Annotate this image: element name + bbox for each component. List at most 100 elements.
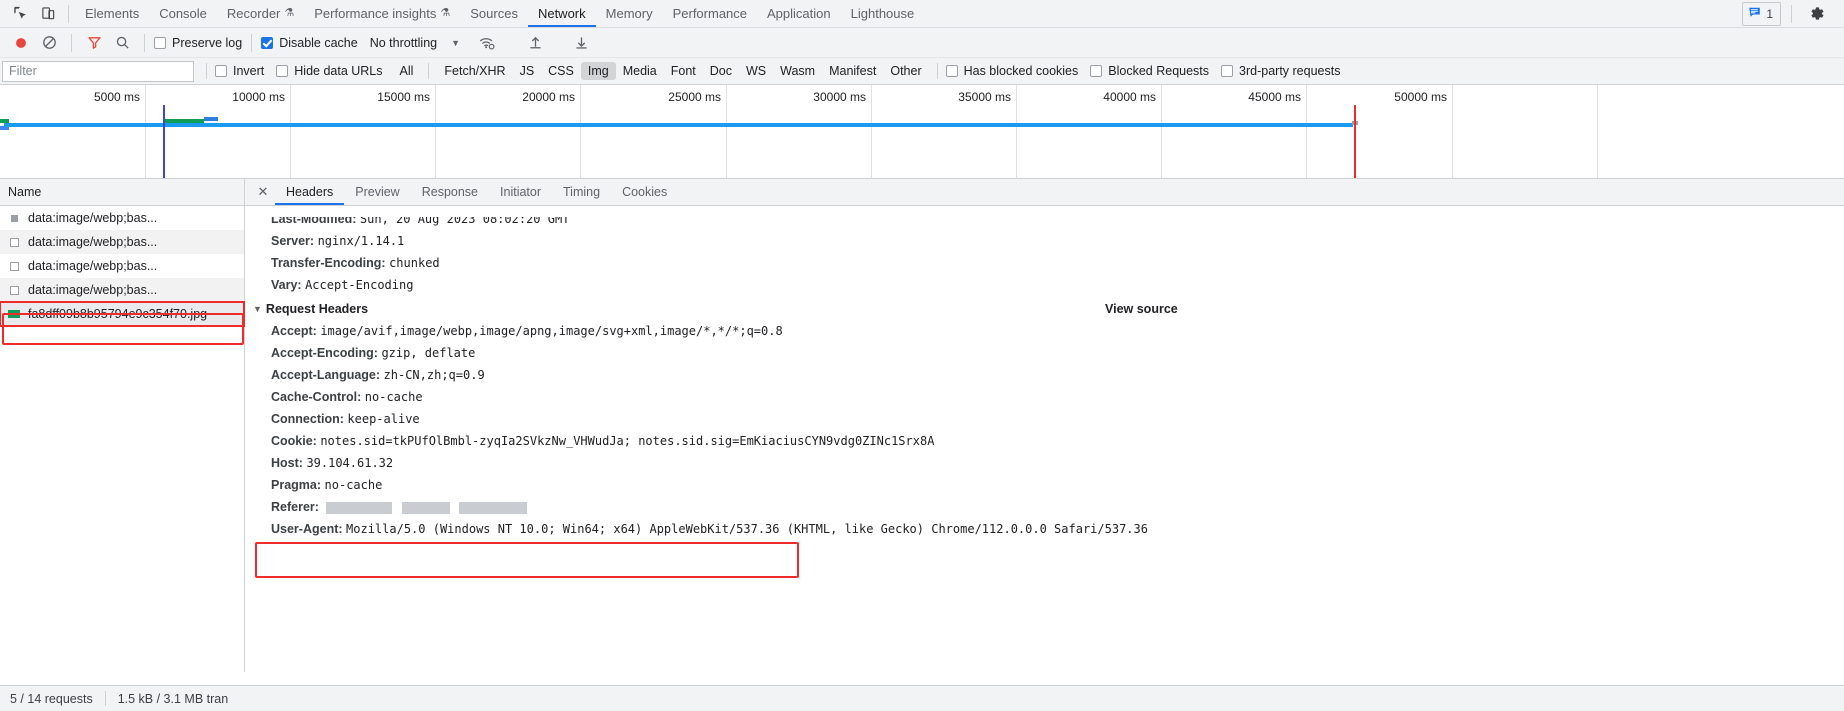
- issues-button[interactable]: 1: [1742, 1, 1781, 26]
- tab-label: Performance: [672, 6, 748, 21]
- tab-performance[interactable]: Performance: [663, 0, 757, 27]
- preserve-log-checkbox[interactable]: Preserve log: [154, 36, 242, 50]
- table-row-selected[interactable]: fa8dff09b8b95794e9c354f70.jpg: [0, 301, 245, 327]
- tab-label: Timing: [563, 185, 601, 199]
- throttling-select[interactable]: No throttling: [370, 36, 437, 50]
- tab-network[interactable]: Network: [528, 0, 596, 27]
- inspect-element-icon[interactable]: [6, 1, 34, 27]
- tab-label: Performance insights: [314, 6, 437, 21]
- blocked-requests-checkbox[interactable]: Blocked Requests: [1090, 64, 1209, 78]
- type-filter-manifest[interactable]: Manifest: [822, 62, 883, 80]
- type-filter-doc[interactable]: Doc: [703, 62, 739, 80]
- detail-tab-initiator[interactable]: Initiator: [489, 179, 552, 205]
- import-har-icon[interactable]: [522, 31, 548, 55]
- type-filter-wasm[interactable]: Wasm: [773, 62, 822, 80]
- type-filter-css[interactable]: CSS: [541, 62, 581, 80]
- header-name: Referer:: [271, 500, 319, 514]
- chip-label: Doc: [709, 64, 732, 78]
- view-source-link[interactable]: View source: [1105, 302, 1178, 316]
- chip-label: Other: [890, 64, 922, 78]
- hide-data-urls-checkbox[interactable]: Hide data URLs: [276, 64, 383, 78]
- type-filter-font[interactable]: Font: [664, 62, 703, 80]
- tab-sources[interactable]: Sources: [460, 0, 528, 27]
- header-name: Connection:: [271, 412, 344, 426]
- chip-label: CSS: [548, 64, 574, 78]
- tabbar-divider-2: [1791, 4, 1792, 23]
- export-har-icon[interactable]: [568, 31, 594, 55]
- header-row: Accept: image/avif,image/webp,image/apng…: [245, 320, 1844, 342]
- request-name: data:image/webp;bas...: [28, 283, 158, 297]
- triangle-down-icon[interactable]: ▼: [253, 304, 262, 314]
- type-filter-js[interactable]: JS: [513, 62, 542, 80]
- filter-funnel-icon[interactable]: [81, 31, 107, 55]
- type-filter-other[interactable]: Other: [883, 62, 928, 80]
- chevron-down-icon[interactable]: ▼: [451, 38, 460, 48]
- table-row[interactable]: data:image/webp;bas...: [0, 278, 244, 302]
- header-row-referer: Referer:: [245, 496, 1844, 518]
- table-row[interactable]: data:image/webp;bas...: [0, 206, 244, 230]
- headers-content[interactable]: Last-Modified: Sun, 20 Aug 2023 08:02:20…: [245, 206, 1844, 672]
- tab-console[interactable]: Console: [149, 0, 217, 27]
- table-row[interactable]: data:image/webp;bas...: [0, 254, 244, 278]
- checkbox-box: [154, 36, 166, 49]
- tab-label: Console: [159, 6, 207, 21]
- redacted-value: [459, 501, 528, 514]
- tick-label: 35000 ms: [958, 90, 1011, 104]
- search-icon[interactable]: [109, 31, 135, 55]
- type-filter-media[interactable]: Media: [616, 62, 664, 80]
- detail-tabbar: ✕ Headers Preview Response Initiator Tim…: [245, 179, 1844, 206]
- chip-label: All: [399, 64, 414, 78]
- header-value: no-cache: [324, 478, 383, 492]
- request-name: data:image/webp;bas...: [28, 211, 158, 225]
- detail-tab-headers[interactable]: Headers: [275, 179, 344, 205]
- tab-label: Recorder: [226, 6, 281, 21]
- invert-checkbox[interactable]: Invert: [215, 64, 264, 78]
- toolbar-divider-3: [251, 33, 253, 52]
- detail-tab-preview[interactable]: Preview: [344, 179, 410, 205]
- tab-label: Network: [537, 6, 586, 21]
- clear-button[interactable]: [36, 31, 62, 55]
- tab-elements[interactable]: Elements: [75, 0, 149, 27]
- tab-label: Lighthouse: [850, 6, 915, 21]
- type-filter-all[interactable]: All: [393, 62, 421, 80]
- third-party-requests-checkbox[interactable]: 3rd-party requests: [1221, 64, 1340, 78]
- status-divider: [104, 691, 106, 706]
- header-value: Accept-Encoding: [305, 278, 414, 292]
- tab-application[interactable]: Application: [757, 0, 841, 27]
- header-name: Accept:: [271, 324, 317, 338]
- checkbox-box: [945, 65, 958, 77]
- tab-lighthouse[interactable]: Lighthouse: [841, 0, 925, 27]
- request-list-header[interactable]: Name: [0, 179, 244, 206]
- tab-label: Sources: [470, 6, 518, 21]
- header-row: Cache-Control: no-cache: [245, 386, 1844, 408]
- chip-label: Manifest: [829, 64, 877, 78]
- header-row: User-Agent: Mozilla/5.0 (Windows NT 10.0…: [245, 518, 1844, 540]
- blocked-requests-label: Blocked Requests: [1108, 64, 1210, 78]
- tab-recorder[interactable]: Recorder ⚗: [217, 0, 304, 27]
- tab-memory[interactable]: Memory: [596, 0, 663, 27]
- filter-input[interactable]: Filter: [2, 60, 194, 82]
- detail-tab-timing[interactable]: Timing: [552, 179, 611, 205]
- table-row[interactable]: data:image/webp;bas...: [0, 230, 244, 254]
- type-filter-fetch-xhr[interactable]: Fetch/XHR: [437, 62, 512, 80]
- disable-cache-checkbox[interactable]: Disable cache: [261, 36, 358, 50]
- tick-label: 25000 ms: [668, 90, 721, 104]
- network-conditions-icon[interactable]: [474, 31, 500, 55]
- toggle-device-toolbar-icon[interactable]: [34, 1, 62, 27]
- close-icon[interactable]: ✕: [251, 184, 275, 200]
- issues-count: 1: [1766, 6, 1773, 21]
- request-headers-section[interactable]: ▼ Request Headers View source: [245, 296, 1844, 320]
- type-filter-ws[interactable]: WS: [739, 62, 773, 80]
- network-overview-timeline[interactable]: 5000 ms 10000 ms 15000 ms 20000 ms 25000…: [0, 85, 1844, 179]
- settings-gear-icon[interactable]: [1802, 1, 1830, 27]
- type-filter-img[interactable]: Img: [580, 62, 616, 80]
- detail-tab-response[interactable]: Response: [411, 179, 489, 205]
- header-name: Vary:: [271, 278, 302, 292]
- tick-label: 5000 ms: [93, 90, 140, 104]
- header-name: Server:: [271, 234, 315, 248]
- header-name: Accept-Encoding:: [271, 346, 378, 360]
- detail-tab-cookies[interactable]: Cookies: [611, 179, 678, 205]
- record-button[interactable]: [8, 31, 34, 55]
- has-blocked-cookies-checkbox[interactable]: Has blocked cookies: [945, 64, 1078, 78]
- tab-performance-insights[interactable]: Performance insights ⚗: [304, 0, 460, 27]
